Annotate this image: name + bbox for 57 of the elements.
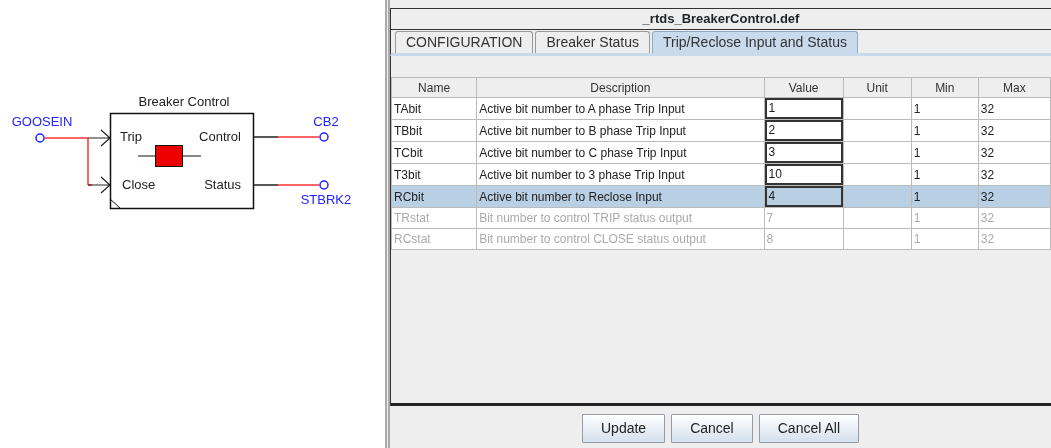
value-field[interactable]: 2 [764, 120, 843, 141]
signal-label: CB2 [313, 114, 339, 129]
column-header[interactable]: Min [911, 77, 979, 98]
port-label: Trip [120, 129, 142, 144]
dialog-title: _rtds_BreakerControl.def [390, 8, 1051, 30]
column-header[interactable]: Name [391, 77, 477, 98]
table-cell: Bit number to control TRIP status output [476, 207, 765, 229]
table-cell: 1 [911, 207, 979, 229]
tab[interactable]: CONFIGURATION [395, 31, 534, 53]
port-label: Status [204, 177, 241, 192]
table-cell: RCbit [391, 185, 477, 208]
port-label: Close [122, 177, 156, 192]
table-cell: TBbit [391, 119, 477, 142]
table-cell: TRstat [391, 207, 477, 229]
table-cell: Active bit number to Reclose Input [476, 185, 765, 208]
table-cell: 32 [978, 119, 1051, 142]
dialog-button[interactable]: Cancel [671, 413, 753, 443]
table-cell: 32 [978, 207, 1051, 229]
table-cell: 1 [911, 228, 979, 250]
dialog-button[interactable]: Cancel All [758, 413, 859, 443]
table-cell: 32 [978, 228, 1051, 250]
dialog-button[interactable]: Update [582, 413, 666, 443]
terminal-icon [319, 180, 329, 190]
value-field[interactable]: 10 [764, 164, 843, 185]
column-header[interactable]: Value [764, 77, 844, 98]
table-cell: 1 [911, 141, 979, 164]
tab[interactable]: Breaker Status [535, 31, 650, 53]
table-cell: Active bit number to C phase Trip Input [476, 141, 765, 164]
table-cell: Active bit number to A phase Trip Input [476, 97, 765, 120]
column-header[interactable]: Description [476, 77, 765, 98]
table-cell: 1 [911, 119, 979, 142]
table-cell: TAbit [391, 97, 477, 120]
table-cell: T3bit [391, 163, 477, 186]
block-title: Breaker Control [138, 94, 230, 109]
table-cell: 32 [978, 163, 1051, 186]
terminal-icon [35, 133, 45, 143]
column-header[interactable]: Max [978, 77, 1051, 98]
signal-label: STBRK2 [300, 192, 352, 207]
column-header[interactable]: Unit [843, 77, 912, 98]
table-cell: Active bit number to B phase Trip Input [476, 119, 765, 142]
value-field[interactable]: 1 [764, 98, 843, 119]
table-cell: Active bit number to 3 phase Trip Input [476, 163, 765, 186]
table-cell: Bit number to control CLOSE status output [476, 228, 765, 250]
table-cell: 32 [978, 141, 1051, 164]
table-cell: 1 [911, 97, 979, 120]
tab[interactable]: Trip/Reclose Input and Status [652, 31, 858, 53]
value-field[interactable]: 4 [764, 186, 843, 207]
table-cell: 1 [911, 163, 979, 186]
port-label: Control [199, 129, 241, 144]
table-cell: 8 [764, 228, 844, 250]
terminal-icon [319, 132, 329, 142]
table-cell: TCbit [391, 141, 477, 164]
value-field[interactable]: 3 [764, 142, 843, 163]
table-cell: 7 [764, 207, 844, 229]
table-cell: RCstat [391, 228, 477, 250]
signal-label: GOOSEIN [11, 114, 73, 129]
table-cell: 32 [978, 97, 1051, 120]
